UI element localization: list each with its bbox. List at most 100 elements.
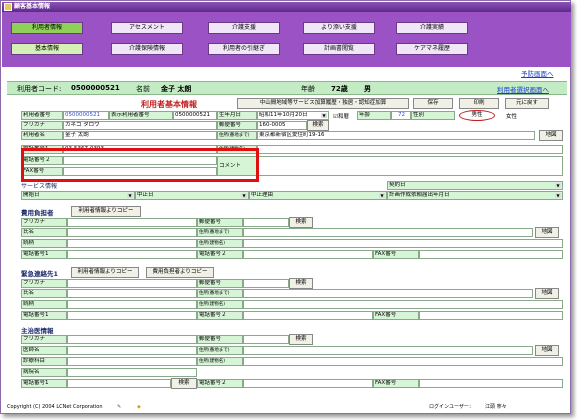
map-button[interactable]: 地図 bbox=[539, 130, 563, 141]
sex-female-option[interactable]: 女性 bbox=[506, 112, 517, 120]
doc-name-field[interactable] bbox=[67, 346, 197, 355]
undo-button[interactable]: 元に戻す bbox=[505, 98, 549, 109]
em-fax-label: FAX番号 bbox=[373, 311, 419, 320]
payer-tel2-field[interactable] bbox=[243, 250, 373, 259]
addr-field[interactable]: 東京都新宿区愛住町19-16 bbox=[257, 131, 535, 140]
payer-addr-field[interactable] bbox=[243, 228, 533, 237]
age-field[interactable]: 72 bbox=[391, 111, 411, 120]
payer-furigana-field[interactable] bbox=[67, 218, 197, 227]
doc-tel-search-button[interactable]: 検索 bbox=[171, 378, 197, 389]
doc-dept-label: 診療科目 bbox=[21, 357, 67, 366]
chevron-down-icon[interactable]: ▼ bbox=[379, 193, 385, 198]
doc-zip-label: 郵便番号 bbox=[197, 335, 243, 344]
copy-user-button[interactable]: 利用者情報よりコピー bbox=[71, 206, 141, 217]
app-icon bbox=[4, 3, 12, 11]
subtab-plan[interactable]: 計画書閲覧 bbox=[303, 43, 375, 55]
doc-tel2-field[interactable] bbox=[243, 379, 373, 388]
tab-assessment[interactable]: アセスメント bbox=[111, 22, 183, 34]
em-fax-field[interactable] bbox=[419, 311, 563, 320]
payer-fax-label: FAX番号 bbox=[373, 250, 419, 259]
payer-tel1-label: 電話番号1 bbox=[21, 250, 67, 259]
subtab-basic[interactable]: 基本情報 bbox=[11, 43, 83, 55]
furigana-field[interactable]: カネコ タロウ bbox=[63, 121, 217, 130]
start-date-label: 開始日 ▼ bbox=[21, 191, 135, 200]
sex-male-option[interactable]: 男性 bbox=[459, 110, 495, 121]
payer-map-button[interactable]: 地図 bbox=[535, 227, 559, 238]
subtab-insurance[interactable]: 介護保険情報 bbox=[111, 43, 183, 55]
em-tel2-field[interactable] bbox=[243, 311, 373, 320]
doc-zip-field[interactable] bbox=[243, 335, 289, 344]
payer-zip-field[interactable] bbox=[243, 218, 289, 227]
emergency-copy-user-button[interactable]: 利用者情報よりコピー bbox=[71, 267, 139, 278]
em-name-field[interactable] bbox=[67, 289, 197, 298]
doc-bldg-label: 住所(建物名) bbox=[197, 357, 243, 366]
tab-care-support[interactable]: 介護支援 bbox=[208, 22, 280, 34]
plan-date-label: 計画作成依頼届出年月日 ▼ bbox=[387, 191, 563, 200]
subtab-handover[interactable]: 利用者の引継ぎ bbox=[208, 43, 280, 55]
birth-field[interactable]: 昭和11年10月20日 ▼ bbox=[257, 111, 329, 120]
em-tel2-label: 電話番号２ bbox=[197, 311, 243, 320]
payer-name-field[interactable] bbox=[67, 228, 197, 237]
payer-search-button[interactable]: 検索 bbox=[289, 217, 313, 228]
tab-user-info[interactable]: 利用者情報 bbox=[11, 22, 83, 34]
user-name-field[interactable]: 金子 太朗 bbox=[63, 131, 217, 140]
doc-dept-field[interactable] bbox=[67, 357, 197, 366]
em-addr-field[interactable] bbox=[243, 289, 533, 298]
copyright-text: Copyright (C) 2004 LCNet Corporation bbox=[7, 404, 103, 410]
doc-furigana-field[interactable] bbox=[67, 335, 197, 344]
main-window: 顧客基本情報 利用者情報 アセスメント 介護支援 より添い支援 介護実績 基本情… bbox=[0, 0, 571, 414]
pen-icon: ✎ bbox=[117, 404, 122, 410]
payer-zip-label: 郵便番号 bbox=[197, 218, 243, 227]
em-tel1-field[interactable] bbox=[67, 311, 197, 320]
emergency-copy-payer-button[interactable]: 費用負担者よりコピー bbox=[146, 267, 214, 278]
furigana-label: フリガナ bbox=[21, 121, 63, 130]
payer-bldg-field[interactable] bbox=[243, 239, 563, 248]
print-button[interactable]: 印刷 bbox=[459, 98, 499, 109]
name-value: 金子 太朗 bbox=[161, 85, 192, 93]
save-button[interactable]: 保存 bbox=[413, 98, 453, 109]
payer-tel2-label: 電話番号２ bbox=[197, 250, 243, 259]
service-title: サービス情報 bbox=[21, 183, 58, 190]
tab-care-results[interactable]: 介護実績 bbox=[396, 22, 468, 34]
doc-tel1-field[interactable] bbox=[67, 379, 171, 388]
doc-search-button[interactable]: 検索 bbox=[289, 334, 313, 345]
doc-map-button[interactable]: 地図 bbox=[535, 345, 559, 356]
search-button[interactable]: 検索 bbox=[307, 120, 329, 131]
chevron-down-icon[interactable]: ▼ bbox=[127, 193, 133, 198]
em-search-button[interactable]: 検索 bbox=[289, 278, 313, 289]
history-button[interactable]: 中山間地域等サービス加算履歴・独居・認知症加算 bbox=[237, 98, 409, 109]
em-relation-field[interactable] bbox=[67, 300, 197, 309]
link-yobou[interactable]: 予防画面へ bbox=[521, 68, 554, 78]
comment-field[interactable] bbox=[257, 156, 563, 176]
zip-field[interactable]: 160-0005 bbox=[257, 121, 307, 130]
em-name-label: 氏名 bbox=[21, 289, 67, 298]
em-bldg-field[interactable] bbox=[243, 300, 563, 309]
wareki-checkbox[interactable]: ☑和暦 bbox=[333, 112, 349, 120]
payer-relation-field[interactable] bbox=[67, 239, 197, 248]
em-zip-field[interactable] bbox=[243, 279, 289, 288]
subtab-cm-history[interactable]: ケアマネ履歴 bbox=[396, 43, 468, 55]
doc-bldg-field[interactable] bbox=[243, 357, 563, 366]
name-label: 名前 bbox=[136, 85, 150, 93]
bldg-field[interactable] bbox=[257, 145, 563, 154]
payer-tel1-field[interactable] bbox=[67, 250, 197, 259]
payer-relation-label: 続柄 bbox=[21, 239, 67, 248]
doctor-title: 主治医情報 bbox=[21, 327, 54, 335]
doc-fax-field[interactable] bbox=[419, 379, 563, 388]
em-map-button[interactable]: 地図 bbox=[535, 288, 559, 299]
chevron-down-icon[interactable]: ▼ bbox=[555, 193, 561, 198]
doc-addr-field[interactable] bbox=[243, 346, 533, 355]
payer-fax-field[interactable] bbox=[419, 250, 563, 259]
doc-hospital-field[interactable] bbox=[67, 368, 197, 377]
doc-tel1-label: 電話番号1 bbox=[21, 379, 67, 388]
tab-yorisoi[interactable]: より添い支援 bbox=[303, 22, 375, 34]
disp-no-field[interactable]: 0500000521 bbox=[173, 111, 217, 120]
em-furigana-field[interactable] bbox=[67, 279, 197, 288]
chevron-down-icon[interactable]: ▼ bbox=[555, 183, 561, 188]
chevron-down-icon[interactable]: ▼ bbox=[321, 113, 327, 118]
age-label2: 年齢 bbox=[357, 111, 391, 120]
chevron-down-icon[interactable]: ▼ bbox=[241, 193, 247, 198]
link-user-select[interactable]: 利用者選択画面へ bbox=[497, 84, 549, 94]
user-name-label: 利用者名 bbox=[21, 131, 63, 140]
user-no-field[interactable]: 0500000521 bbox=[63, 111, 109, 120]
